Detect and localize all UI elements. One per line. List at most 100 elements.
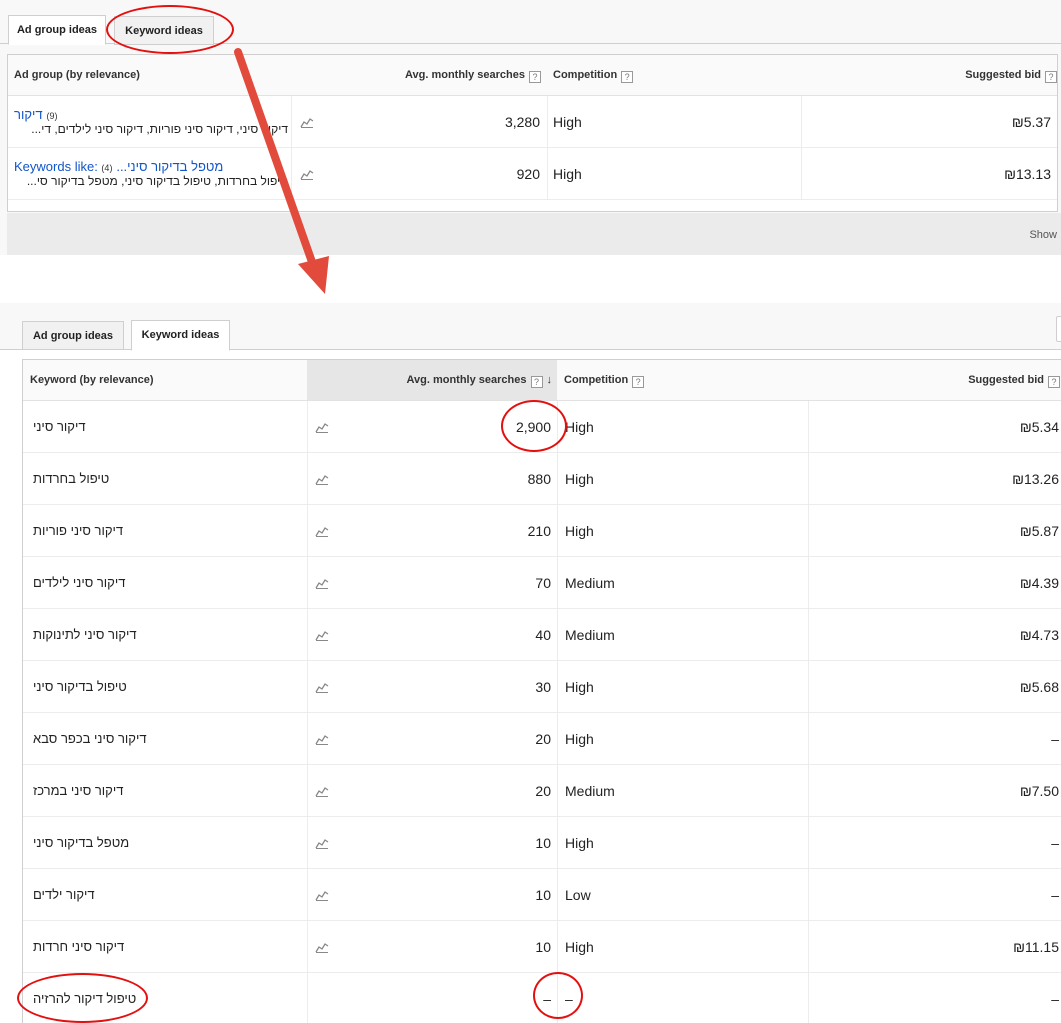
trend-chart-icon[interactable] [315, 681, 329, 693]
tab-ad-group-ideas[interactable]: Ad group ideas [22, 321, 124, 350]
suggested-bid: ₪13.26 [1012, 471, 1059, 487]
trend-chart-icon[interactable] [315, 733, 329, 745]
trend-chart-icon[interactable] [315, 837, 329, 849]
suggested-bid: ₪11.15 [1013, 939, 1059, 955]
table-row: דיקור סיני לילדים 70 Medium ₪4.39 [23, 557, 1061, 609]
keyword-text: דיקור סיני במרכז [33, 783, 124, 798]
competition-value: High [565, 419, 594, 435]
column-header-competition[interactable]: Competition? [564, 374, 645, 388]
suggested-bid: ₪7.50 [1019, 783, 1059, 799]
highlight-circle-dash-values [533, 972, 583, 1019]
competition-value: Medium [565, 627, 615, 643]
ad-group-name-cell: דיקור (9) [14, 106, 288, 122]
help-icon[interactable]: ? [621, 71, 634, 83]
suggested-bid: ₪5.37 [1011, 114, 1051, 130]
help-icon[interactable]: ? [1045, 71, 1057, 83]
highlight-circle-searches-value [501, 400, 567, 452]
suggested-bid: ₪5.68 [1019, 679, 1059, 695]
table-row: דיקור (9) דיקור סיני, דיקור סיני פוריות,… [8, 96, 1057, 148]
avg-monthly-searches: 880 [527, 471, 551, 487]
avg-monthly-searches: 70 [535, 575, 551, 591]
avg-monthly-searches: 920 [516, 166, 540, 182]
column-header-keyword[interactable]: Keyword (by relevance) [30, 374, 154, 386]
keyword-text: טיפול בחרדות [33, 471, 110, 486]
column-header-ad-group[interactable]: Ad group (by relevance) [14, 69, 140, 81]
suggested-bid: ₪5.34 [1019, 419, 1059, 435]
avg-monthly-searches: 210 [527, 523, 551, 539]
trend-chart-icon[interactable] [315, 577, 329, 589]
column-header-competition[interactable]: Competition? [553, 69, 634, 83]
highlight-circle-keyword [17, 973, 148, 1023]
table-row: מטפל בדיקור סיני 10 High – [23, 817, 1061, 869]
keyword-text: דיקור סיני לתינוקות [33, 627, 137, 642]
column-header-suggested-bid[interactable]: Suggested bid? [965, 69, 1057, 83]
sort-descending-icon[interactable]: ↓ [547, 374, 553, 386]
avg-monthly-searches: 3,280 [504, 114, 540, 130]
keyword-text: דיקור סיני לילדים [33, 575, 126, 590]
trend-chart-icon[interactable] [300, 116, 314, 128]
table-row: טיפול בחרדות 880 High ₪13.26 [23, 453, 1061, 505]
table-row: דיקור סיני חרדות 10 High ₪11.15 [23, 921, 1061, 973]
avg-monthly-searches: 40 [535, 627, 551, 643]
table-row: Keywords like: מטפל בדיקור סיני... (4) ט… [8, 148, 1057, 200]
help-icon[interactable]: ? [1048, 376, 1060, 388]
trend-chart-icon[interactable] [315, 785, 329, 797]
keyword-text: דיקור ילדים [33, 887, 95, 902]
trend-chart-icon[interactable] [315, 941, 329, 953]
competition-value: High [565, 523, 594, 539]
column-header-suggested-bid[interactable]: Suggested bid? [968, 374, 1060, 388]
trend-chart-icon[interactable] [315, 629, 329, 641]
competition-value: Medium [565, 783, 615, 799]
avg-monthly-searches: 30 [535, 679, 551, 695]
keyword-text: דיקור סיני חרדות [33, 939, 125, 954]
ad-group-keywords: דיקור סיני, דיקור סיני פוריות, דיקור סינ… [31, 122, 288, 136]
table-row: דיקור סיני פוריות 210 High ₪5.87 [23, 505, 1061, 557]
table-footer: Show [7, 213, 1061, 255]
avg-monthly-searches: 20 [535, 783, 551, 799]
toolbar-button[interactable] [1056, 316, 1061, 342]
competition-value: Low [565, 887, 591, 903]
suggested-bid: – [1051, 991, 1059, 1007]
avg-monthly-searches: 10 [535, 835, 551, 851]
keyword-text: דיקור סיני [33, 419, 86, 434]
table-row: דיקור ילדים 10 Low – [23, 869, 1061, 921]
suggested-bid: ₪4.73 [1019, 627, 1059, 643]
ad-group-name-cell: Keywords like: מטפל בדיקור סיני... (4) [14, 158, 288, 174]
trend-chart-icon[interactable] [315, 421, 329, 433]
keyword-text: דיקור סיני פוריות [33, 523, 124, 538]
trend-chart-icon[interactable] [315, 473, 329, 485]
tab-ad-group-ideas[interactable]: Ad group ideas [8, 15, 106, 45]
help-icon[interactable]: ? [632, 376, 645, 388]
table-row: דיקור סיני בכפר סבא 20 High – [23, 713, 1061, 765]
help-icon[interactable]: ? [529, 71, 541, 83]
competition-value: Medium [565, 575, 615, 591]
tab-keyword-ideas[interactable]: Keyword ideas [131, 320, 230, 351]
highlight-circle-keyword-ideas-tab [106, 5, 234, 54]
table-row: דיקור סיני במרכז 20 Medium ₪7.50 [23, 765, 1061, 817]
competition-value: High [565, 471, 594, 487]
suggested-bid: – [1051, 887, 1059, 903]
column-header-avg-monthly-searches[interactable]: Avg. monthly searches? ↓ [406, 374, 552, 388]
keyword-count: (9) [46, 111, 58, 121]
ad-group-keywords: טיפול בחרדות, טיפול בדיקור סיני, מטפל בד… [26, 174, 288, 188]
keyword-count: (4) [101, 163, 113, 173]
help-icon[interactable]: ? [530, 376, 543, 388]
avg-monthly-searches: 10 [535, 887, 551, 903]
trend-chart-icon[interactable] [315, 889, 329, 901]
keyword-text: מטפל בדיקור סיני [33, 835, 130, 850]
trend-chart-icon[interactable] [300, 168, 314, 180]
suggested-bid: ₪4.39 [1019, 575, 1059, 591]
trend-chart-icon[interactable] [315, 525, 329, 537]
keyword-text: דיקור סיני בכפר סבא [33, 731, 147, 746]
ad-group-link[interactable]: דיקור [14, 107, 43, 122]
show-rows-label[interactable]: Show [1029, 229, 1057, 241]
table-header: Keyword (by relevance) Avg. monthly sear… [23, 360, 1061, 401]
ad-group-link[interactable]: Keywords like: מטפל בדיקור סיני... [14, 159, 223, 174]
table-row: טיפול בדיקור סיני 30 High ₪5.68 [23, 661, 1061, 713]
keyword-text: טיפול בדיקור סיני [33, 679, 127, 694]
suggested-bid: – [1051, 731, 1059, 747]
suggested-bid: ₪13.13 [1004, 166, 1051, 182]
column-header-avg-monthly-searches[interactable]: Avg. monthly searches? [405, 69, 541, 83]
competition-value: High [553, 166, 582, 182]
competition-value: High [553, 114, 582, 130]
